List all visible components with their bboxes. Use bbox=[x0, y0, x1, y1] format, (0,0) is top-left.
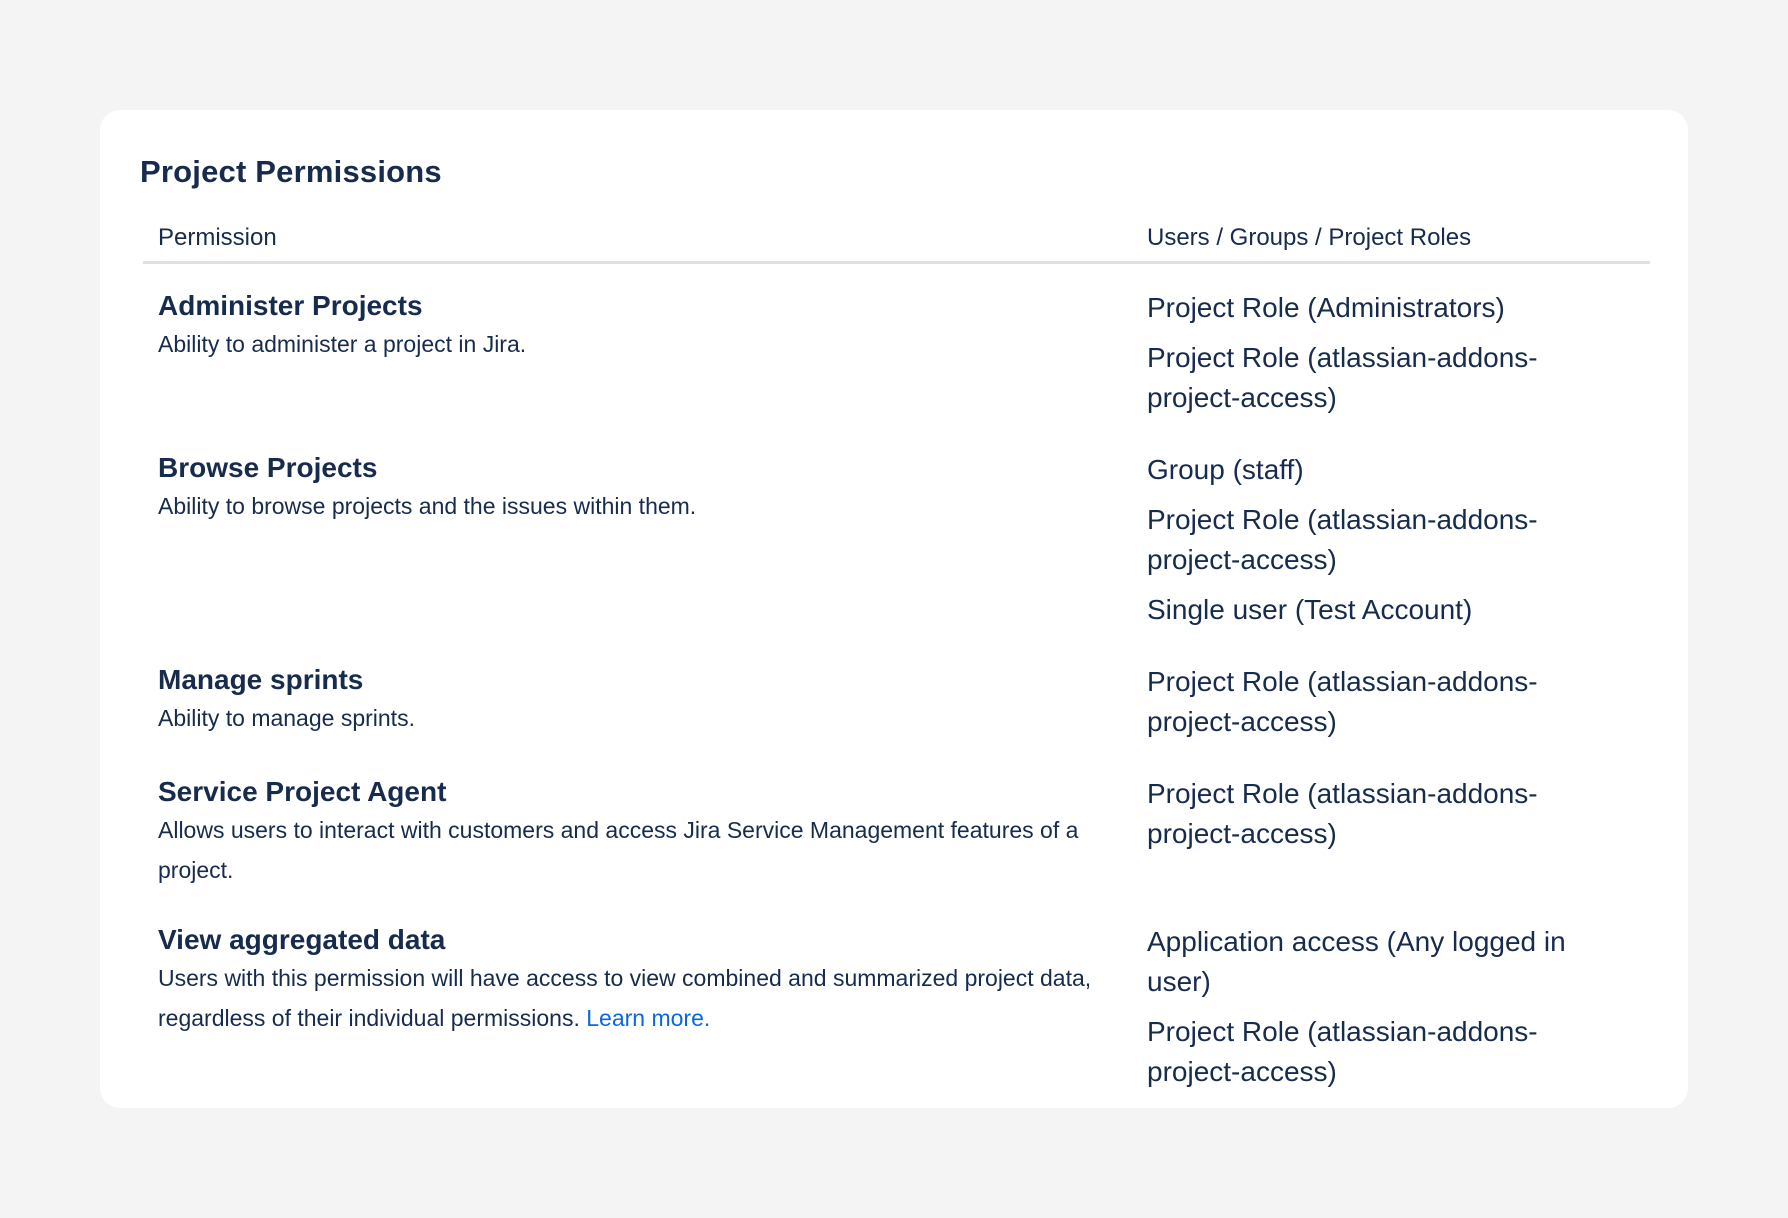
grant-item: Project Role (atlassian-addons-project-a… bbox=[1147, 666, 1538, 737]
permission-description: Ability to browse projects and the issue… bbox=[158, 493, 697, 519]
grant-item: Project Role (Administrators) bbox=[1147, 292, 1505, 323]
grant-item: Application access (Any logged in user) bbox=[1147, 926, 1566, 997]
permission-name: Manage sprints bbox=[158, 664, 364, 695]
header-permission: Permission bbox=[158, 224, 277, 251]
grant-item: Single user (Test Account) bbox=[1147, 594, 1473, 625]
permissions-table: Permission Users / Groups / Project Role… bbox=[143, 220, 1650, 1092]
permission-cell: Service Project Agent Allows users to in… bbox=[143, 774, 1147, 890]
grants-cell: Application access (Any logged in user) … bbox=[1147, 922, 1650, 1092]
grant-item: Project Role (atlassian-addons-project-a… bbox=[1147, 504, 1538, 575]
permission-cell: Administer Projects Ability to administe… bbox=[143, 288, 1147, 364]
grant-item: Group (staff) bbox=[1147, 454, 1304, 485]
grant-item: Project Role (atlassian-addons-project-a… bbox=[1147, 1016, 1538, 1087]
learn-more-link[interactable]: Learn more. bbox=[586, 1005, 710, 1031]
page-title: Project Permissions bbox=[140, 154, 442, 189]
grants-cell: Project Role (atlassian-addons-project-a… bbox=[1147, 662, 1650, 742]
permission-cell: Browse Projects Ability to browse projec… bbox=[143, 450, 1147, 526]
permission-cell: View aggregated data Users with this per… bbox=[143, 922, 1147, 1038]
table-row: View aggregated data Users with this per… bbox=[143, 922, 1650, 1092]
grants-cell: Project Role (Administrators) Project Ro… bbox=[1147, 288, 1650, 418]
permission-description: Allows users to interact with customers … bbox=[158, 817, 1079, 883]
permission-description: Users with this permission will have acc… bbox=[158, 958, 1147, 1038]
permissions-card: Project Permissions Permission Users / G… bbox=[100, 110, 1688, 1108]
table-row: Browse Projects Ability to browse projec… bbox=[143, 450, 1650, 630]
grants-cell: Project Role (atlassian-addons-project-a… bbox=[1147, 774, 1650, 854]
permission-cell: Manage sprints Ability to manage sprints… bbox=[143, 662, 1147, 738]
permission-name: Administer Projects bbox=[158, 290, 423, 321]
grant-item: Project Role (atlassian-addons-project-a… bbox=[1147, 778, 1538, 849]
table-row: Administer Projects Ability to administe… bbox=[143, 288, 1650, 418]
table-row: Manage sprints Ability to manage sprints… bbox=[143, 662, 1650, 742]
permission-name: View aggregated data bbox=[158, 924, 446, 955]
permission-description: Ability to manage sprints. bbox=[158, 705, 415, 731]
table-header: Permission Users / Groups / Project Role… bbox=[143, 220, 1650, 264]
header-grants: Users / Groups / Project Roles bbox=[1147, 224, 1472, 251]
permission-name: Browse Projects bbox=[158, 452, 378, 483]
permission-name: Service Project Agent bbox=[158, 776, 447, 807]
grant-item: Project Role (atlassian-addons-project-a… bbox=[1147, 342, 1538, 413]
permission-description: Ability to administer a project in Jira. bbox=[158, 331, 527, 357]
grants-cell: Group (staff) Project Role (atlassian-ad… bbox=[1147, 450, 1650, 630]
table-row: Service Project Agent Allows users to in… bbox=[143, 774, 1650, 890]
